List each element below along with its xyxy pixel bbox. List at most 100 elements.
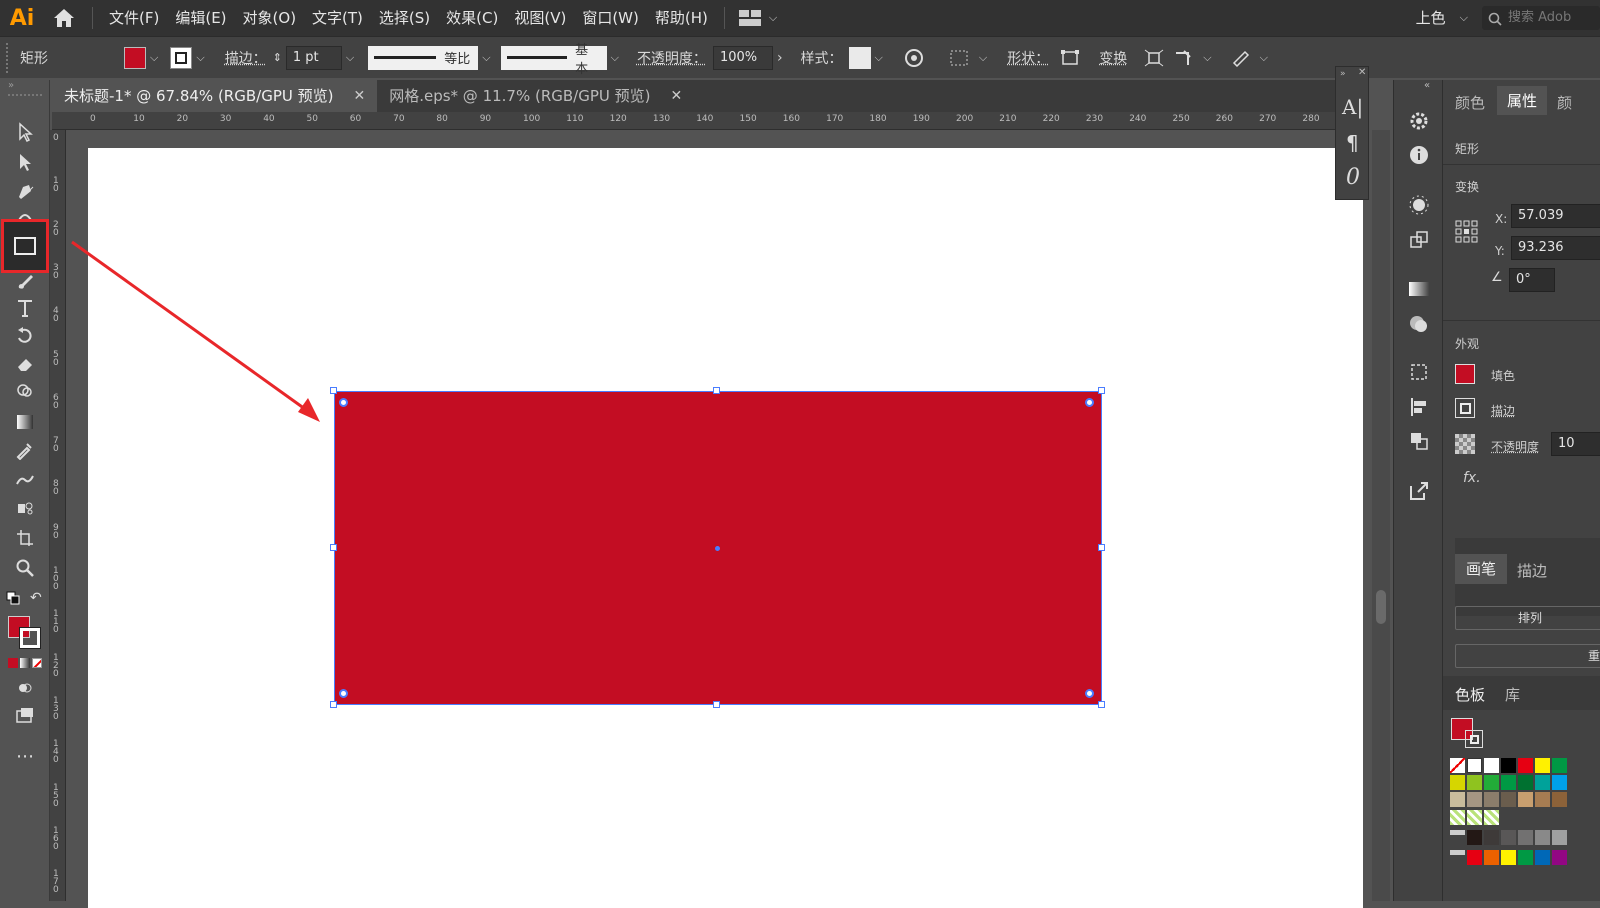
color-swatch[interactable] <box>1484 758 1499 773</box>
shape-label[interactable]: 形状： <box>1001 48 1055 68</box>
paragraph-panel-icon[interactable]: ¶ <box>1346 131 1359 155</box>
eraser-tool-icon[interactable] <box>10 350 40 378</box>
color-swatch[interactable] <box>1484 810 1499 825</box>
color-swatch[interactable] <box>1552 850 1567 865</box>
arrange-button[interactable]: 排列 <box>1455 606 1600 630</box>
export-icon[interactable] <box>1404 476 1434 506</box>
swatch-stroke-indicator[interactable] <box>1465 730 1483 748</box>
paintbrush-tool-icon[interactable] <box>10 268 40 296</box>
menu-help[interactable]: 帮助(H) <box>647 0 716 36</box>
puppet-warp-icon[interactable] <box>1169 43 1199 73</box>
gear-icon[interactable] <box>1404 106 1434 136</box>
shape-builder-tool-icon[interactable] <box>10 378 40 406</box>
color-swatch[interactable] <box>1484 830 1499 845</box>
close-icon[interactable]: ✕ <box>353 80 365 112</box>
x-position-field[interactable]: 57.039 <box>1511 204 1600 228</box>
chevron-down-icon[interactable]: ⌵ <box>478 51 494 65</box>
chevron-down-icon[interactable]: ⌵ <box>871 51 887 65</box>
graphic-style-swatch[interactable] <box>848 46 871 69</box>
arrange-documents-button[interactable]: ⌵ <box>733 10 787 26</box>
stroke-label[interactable]: 描边： <box>219 48 273 68</box>
color-swatch[interactable] <box>1518 775 1533 790</box>
color-swatch[interactable] <box>1518 792 1533 807</box>
color-swatch[interactable] <box>1467 810 1482 825</box>
scrollbar-thumb[interactable] <box>1376 590 1386 624</box>
menu-select[interactable]: 选择(S) <box>371 0 438 36</box>
artboard-tool-icon[interactable] <box>10 524 40 552</box>
color-swatch[interactable] <box>1535 850 1550 865</box>
shape-properties-icon[interactable] <box>1055 43 1085 73</box>
none-mode-icon[interactable] <box>32 658 42 668</box>
eyedropper-tool-icon[interactable] <box>10 436 40 464</box>
color-swatch[interactable] <box>1518 758 1533 773</box>
transparency-panel-icon[interactable] <box>1404 309 1434 339</box>
align-icon[interactable] <box>945 43 975 73</box>
opacity-field[interactable]: 100% <box>712 45 773 70</box>
gradient-mode-icon[interactable] <box>20 658 30 668</box>
color-swatch[interactable] <box>1552 758 1567 773</box>
opacity-label[interactable]: 不透明度 <box>1491 438 1539 455</box>
tab-stroke[interactable]: 描边 <box>1517 560 1547 581</box>
more-tools-icon[interactable]: ⋯ <box>10 742 40 770</box>
color-swatch[interactable] <box>1552 830 1567 845</box>
reset-button[interactable]: 重 <box>1455 644 1600 668</box>
color-swatch[interactable] <box>1501 758 1516 773</box>
color-swatch[interactable] <box>1518 830 1533 845</box>
color-swatch[interactable] <box>1450 810 1465 825</box>
color-mode-buttons[interactable] <box>8 658 42 668</box>
direct-selection-tool-icon[interactable] <box>10 148 40 176</box>
tab-more[interactable]: 颜 <box>1557 92 1572 113</box>
corner-radius-widget[interactable] <box>339 398 348 407</box>
bounding-handle[interactable] <box>1098 544 1105 551</box>
stroke-weight-field[interactable]: 1 pt <box>285 45 342 70</box>
color-swatch[interactable] <box>1467 775 1482 790</box>
expand-icon[interactable]: » <box>1340 69 1346 79</box>
brush-definition[interactable]: 基本 <box>500 43 607 77</box>
tab-grid-eps[interactable]: 网格.eps* @ 11.7% (RGB/GPU 预览) ✕ <box>377 80 694 112</box>
chevron-down-icon[interactable]: ⌵ <box>146 51 162 65</box>
color-swatch[interactable] <box>1501 792 1516 807</box>
sun-icon[interactable] <box>1404 190 1434 220</box>
chevron-down-icon[interactable]: ⌵ <box>975 51 991 65</box>
color-swatch[interactable] <box>1535 830 1550 845</box>
blend-tool-icon[interactable] <box>10 466 40 494</box>
tab-libraries[interactable]: 库 <box>1505 684 1520 705</box>
tab-untitled-1[interactable]: 未标题-1* @ 67.84% (RGB/GPU 预览) ✕ <box>52 80 378 112</box>
corner-radius-widget[interactable] <box>1085 398 1094 407</box>
color-swatch[interactable] <box>1450 792 1465 807</box>
menu-type[interactable]: 文字(T) <box>304 0 371 36</box>
align-panel-icon[interactable] <box>1404 392 1434 422</box>
menu-view[interactable]: 视图(V) <box>506 0 574 36</box>
rectangle-tool-icon[interactable] <box>1 219 49 273</box>
color-swatch[interactable] <box>1518 850 1533 865</box>
chevron-down-icon[interactable]: ⌵ <box>192 51 208 65</box>
menu-file[interactable]: 文件(F) <box>101 0 167 36</box>
vertical-scrollbar[interactable] <box>1372 130 1390 901</box>
default-colors-icon[interactable] <box>6 591 20 609</box>
color-swatch[interactable] <box>1501 775 1516 790</box>
color-swatch[interactable] <box>1467 758 1482 773</box>
opacity-label[interactable]: 不透明度： <box>631 48 713 68</box>
color-swatch[interactable] <box>1535 775 1550 790</box>
opentype-panel-icon[interactable]: 0 <box>1346 165 1360 190</box>
pathfinder-panel-icon[interactable] <box>1404 426 1434 456</box>
color-swatch[interactable] <box>1484 792 1499 807</box>
menu-object[interactable]: 对象(O) <box>235 0 305 36</box>
character-panel-icon[interactable]: A| <box>1342 95 1363 119</box>
workspace-switcher[interactable]: 上色 ⌵ <box>1416 0 1472 36</box>
bounding-handle[interactable] <box>330 701 337 708</box>
screen-mode-icon[interactable] <box>10 702 40 730</box>
fill-swatch[interactable] <box>1455 364 1475 384</box>
color-swatch[interactable] <box>1450 830 1465 842</box>
color-swatch[interactable] <box>1484 775 1499 790</box>
color-swatch[interactable] <box>1450 850 1465 862</box>
rotate-tool-icon[interactable] <box>10 322 40 350</box>
menu-effect[interactable]: 效果(C) <box>438 0 506 36</box>
menu-window[interactable]: 窗口(W) <box>574 0 647 36</box>
fx-icon[interactable]: fx. <box>1463 470 1481 486</box>
panel-collapse-icon[interactable]: » <box>0 80 49 94</box>
color-swatch[interactable] <box>1450 775 1465 790</box>
corner-radius-widget[interactable] <box>1085 689 1094 698</box>
chevron-down-icon[interactable]: ⌵ <box>1256 51 1272 65</box>
tab-brushes[interactable]: 画笔 <box>1455 554 1507 584</box>
